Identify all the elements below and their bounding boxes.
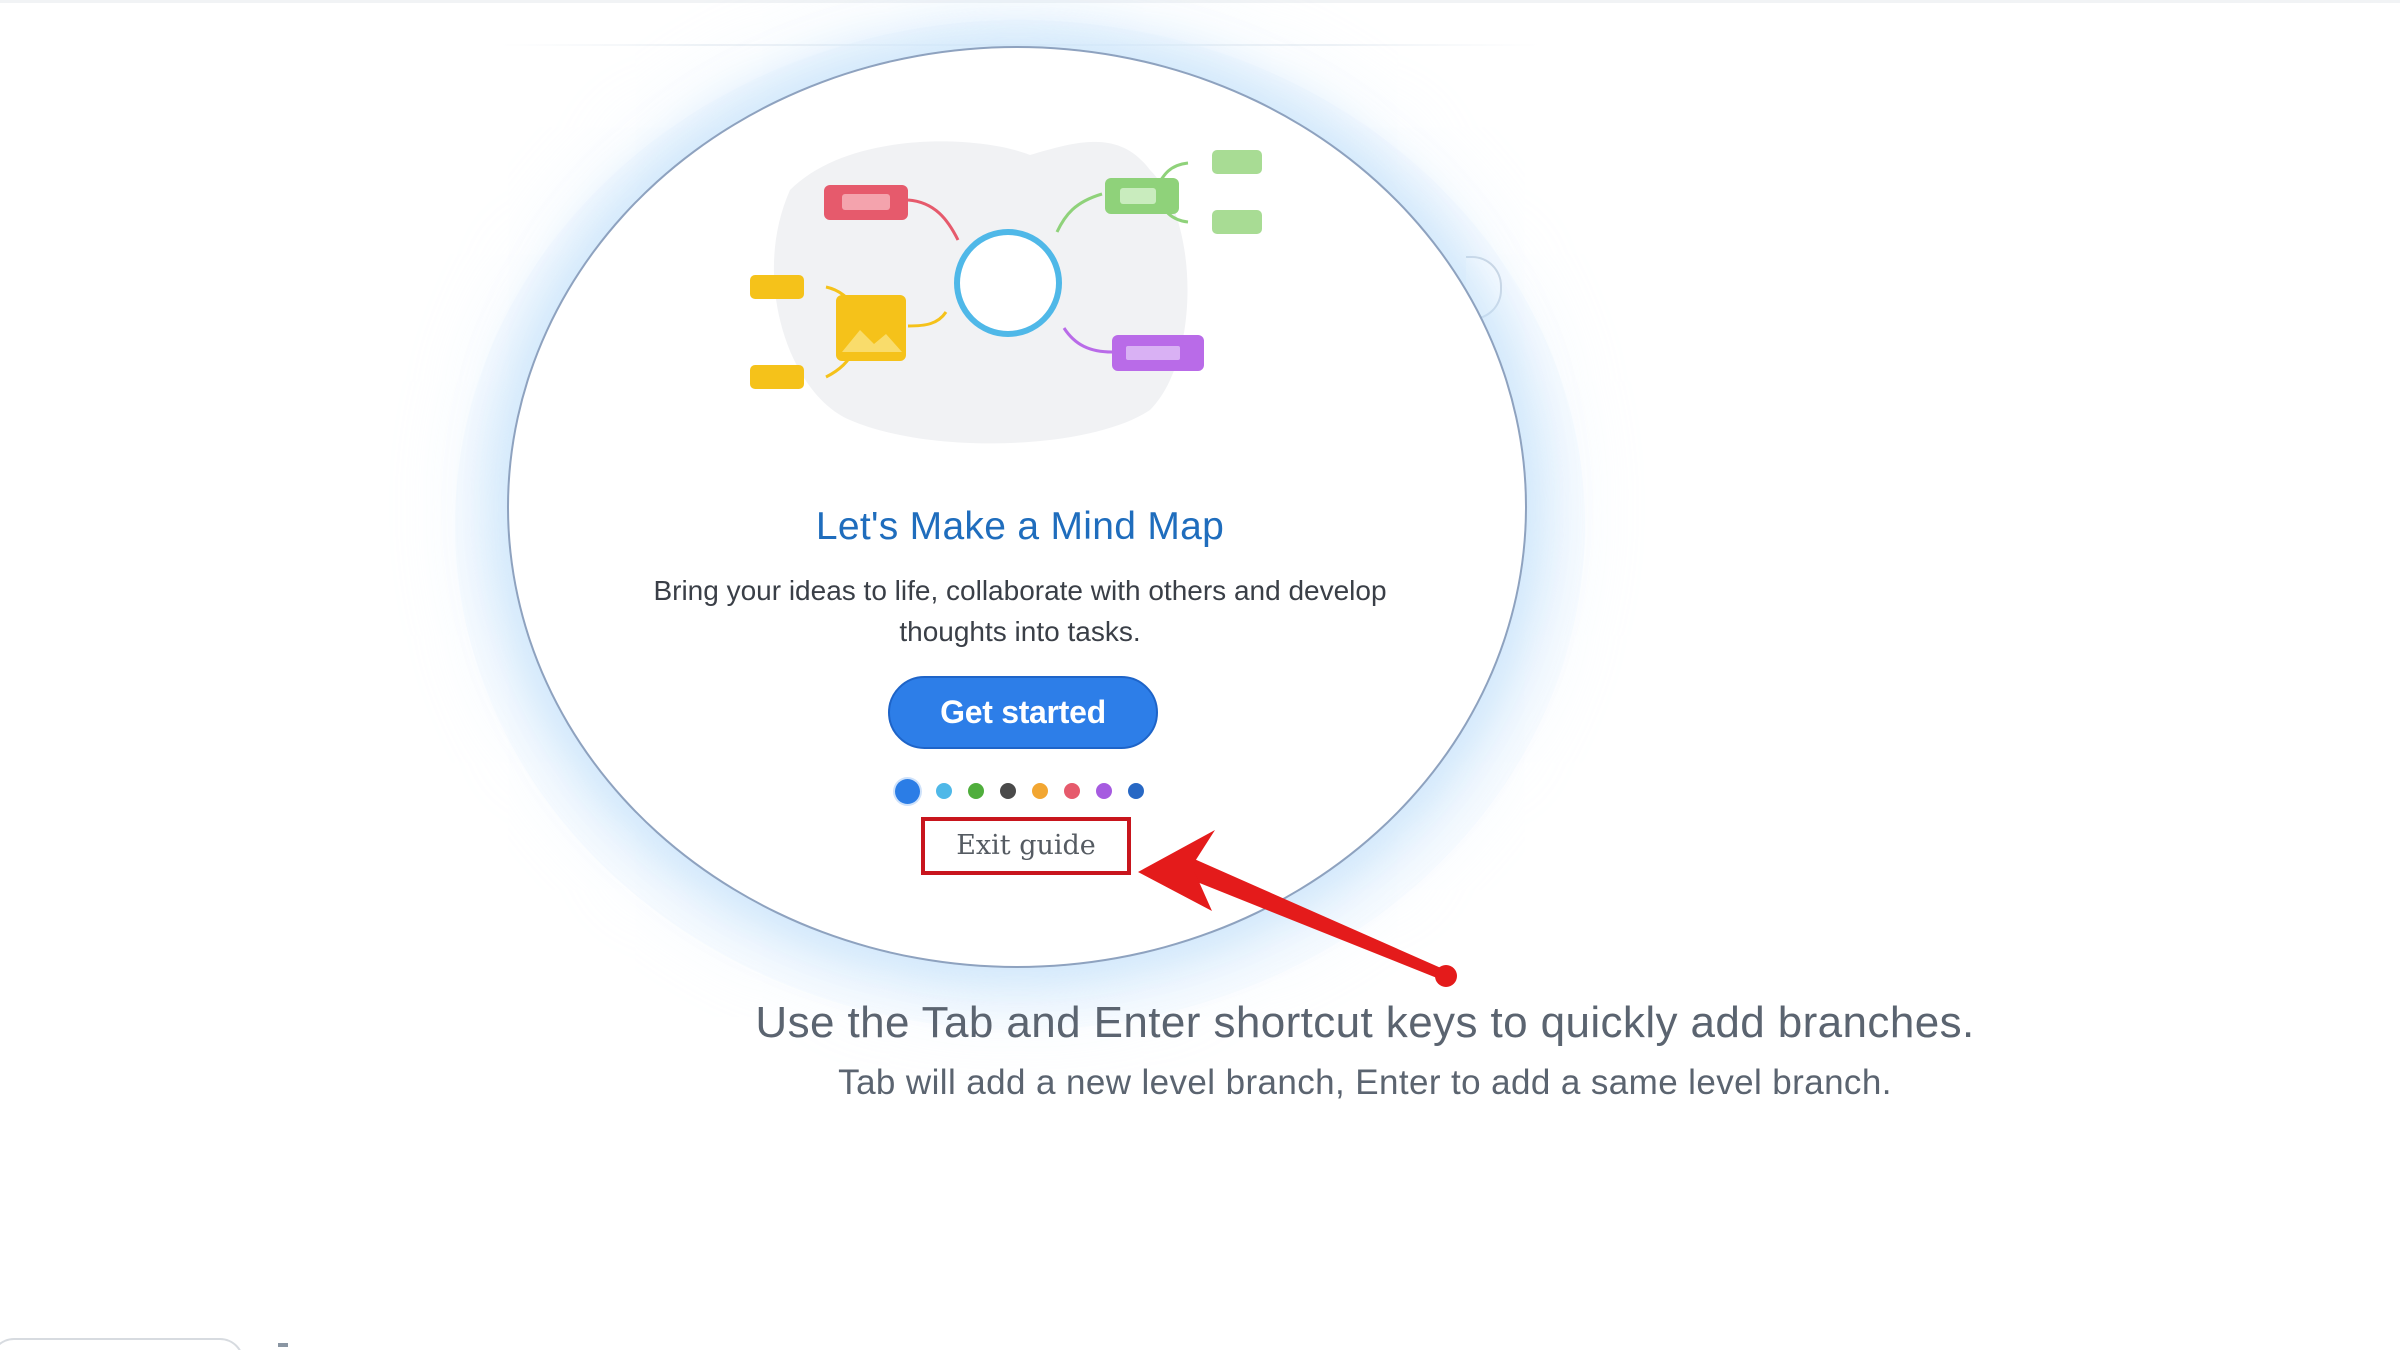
pager-dot[interactable] (968, 783, 984, 799)
pager-dot[interactable] (895, 778, 920, 804)
pager-dot[interactable] (1064, 783, 1080, 799)
green-leaf-bottom (1212, 210, 1262, 234)
green-leaf-top (1212, 150, 1262, 174)
pager-dot[interactable] (1128, 783, 1144, 799)
shortcut-hint-detail: Tab will add a new level branch, Enter t… (838, 1063, 1892, 1102)
pager-dot[interactable] (1096, 783, 1112, 799)
pager-dot[interactable] (936, 783, 952, 799)
guide-subtitle: Bring your ideas to life, collaborate wi… (653, 575, 1387, 647)
pager-dots (895, 776, 1160, 806)
bottom-panel-tab[interactable] (0, 1338, 244, 1350)
bottom-indicator (278, 1343, 288, 1347)
shortcut-hint: Use the Tab and Enter shortcut keys to q… (755, 998, 1975, 1047)
center-node (954, 229, 1062, 337)
guide-title: Let's Make a Mind Map (815, 505, 1225, 548)
arrow-shaft (1182, 858, 1450, 980)
mind-map-illustration (750, 141, 1262, 444)
top-edge (0, 0, 2400, 3)
pager-dot[interactable] (1032, 783, 1048, 799)
red-arrow-annotation (1138, 830, 1457, 987)
exit-guide-button[interactable]: Exit guide (921, 817, 1131, 875)
get-started-button[interactable]: Get started (888, 676, 1158, 749)
yellow-leaf-top (750, 275, 804, 299)
yellow-leaf-bottom (750, 365, 804, 389)
guide-screen: Let's Make a Mind Map Bring your ideas t… (0, 0, 2400, 1350)
pager-dot[interactable] (1000, 783, 1016, 799)
